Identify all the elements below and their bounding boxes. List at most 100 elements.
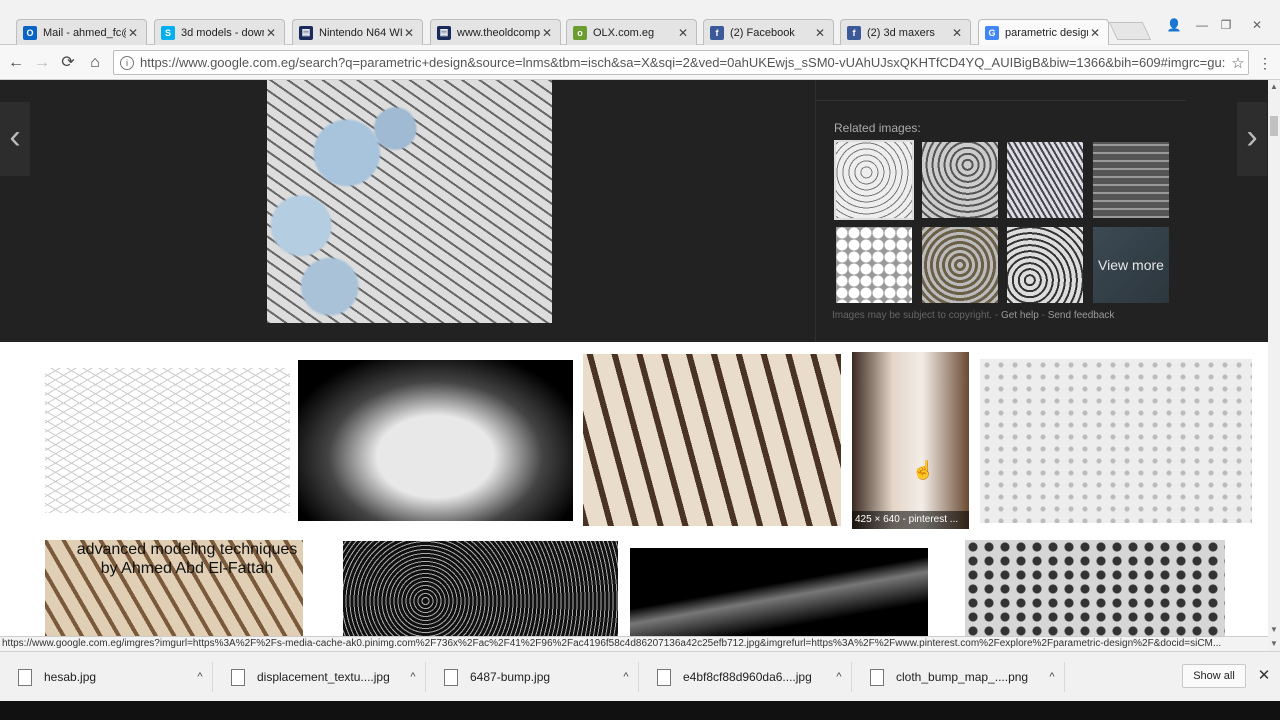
separator: -	[994, 310, 999, 321]
tab-3d-models[interactable]: S 3d models - downl ✕	[154, 19, 285, 45]
user-icon[interactable]: 👤	[1162, 17, 1186, 33]
facebook-icon: f	[847, 25, 861, 40]
tab-strip: O Mail - ahmed_fc@ ✕ S 3d models - downl…	[0, 0, 1280, 46]
overlay-line: by Ahmed Abd El-Fattah	[100, 560, 274, 577]
vertical-scrollbar[interactable]: ▲ ▼	[1268, 80, 1280, 636]
restore-button[interactable]: ❐	[1214, 17, 1238, 33]
tab-label: www.theoldcomp	[457, 26, 540, 39]
next-image-button[interactable]: ›	[1237, 102, 1267, 176]
scrollbar-thumb[interactable]	[1270, 116, 1278, 136]
related-image-thumb[interactable]	[1007, 227, 1083, 303]
skype-icon: S	[161, 25, 175, 40]
file-icon	[231, 668, 245, 686]
download-shelf: hesab.jpg ^ displacement_textu....jpg ^ …	[0, 651, 1280, 701]
page-viewport: ‹ Related images: View more Images may b…	[0, 80, 1268, 636]
close-icon[interactable]: ✕	[1088, 26, 1102, 40]
tab-label: 3d models - downl	[181, 26, 264, 39]
download-item[interactable]: e4bf8cf88d960da6....jpg ^	[639, 662, 852, 692]
close-icon[interactable]: ✕	[126, 26, 140, 40]
menu-icon[interactable]: ⋮	[1258, 53, 1272, 73]
chevron-up-icon[interactable]: ^	[1040, 671, 1064, 683]
show-all-button[interactable]: Show all	[1182, 664, 1246, 688]
related-image-thumb[interactable]	[922, 142, 998, 218]
chevron-up-icon[interactable]: ^	[188, 671, 212, 683]
result-image[interactable]: 425 × 640 - pinterest ...	[852, 352, 969, 529]
url-text[interactable]: https://www.google.com.eg/search?q=param…	[140, 55, 1228, 70]
tab-facebook[interactable]: f (2) Facebook ✕	[703, 19, 834, 45]
tab-label: parametric design	[1005, 27, 1088, 39]
related-image-thumb[interactable]	[1007, 142, 1083, 218]
preview-image[interactable]	[267, 80, 552, 323]
bookmark-star-icon[interactable]: ☆	[1228, 54, 1248, 72]
scroll-up-icon[interactable]: ▲	[1270, 82, 1278, 91]
download-item[interactable]: displacement_textu....jpg ^	[213, 662, 426, 692]
close-icon[interactable]: ✕	[540, 26, 554, 40]
send-feedback-link[interactable]: Send feedback	[1048, 310, 1115, 321]
taskbar-strip	[0, 701, 1280, 720]
download-filename: 6487-bump.jpg	[470, 670, 551, 684]
tab-label: Mail - ahmed_fc@	[43, 26, 126, 39]
page-info-icon[interactable]: i	[120, 55, 134, 70]
result-image[interactable]	[965, 540, 1225, 636]
reload-button[interactable]: ⟳	[58, 53, 78, 73]
outlook-icon: O	[23, 25, 37, 40]
chevron-up-icon[interactable]: ^	[401, 671, 425, 683]
result-image[interactable]	[980, 359, 1252, 523]
copyright-notice: Images may be subject to copyright. - Ge…	[832, 310, 1114, 321]
new-tab-button[interactable]	[1108, 22, 1152, 40]
tab-label: (2) Facebook	[730, 26, 795, 39]
previous-image-button[interactable]: ‹	[0, 102, 30, 176]
scroll-down-icon[interactable]: ▼	[1268, 636, 1280, 651]
related-images-label: Related images:	[834, 121, 921, 135]
related-image-thumb[interactable]	[1093, 142, 1169, 218]
result-image[interactable]	[343, 541, 618, 636]
hand-cursor-icon: ☝	[912, 460, 935, 480]
close-icon[interactable]: ✕	[813, 26, 827, 40]
view-more-button[interactable]: View more	[1093, 227, 1169, 303]
scroll-down-icon[interactable]: ▼	[1270, 625, 1278, 634]
tab-parametric-design[interactable]: G parametric design ✕	[978, 19, 1109, 46]
facebook-icon: f	[710, 25, 724, 40]
back-button[interactable]: ←	[6, 53, 26, 73]
tab-theoldcomp[interactable]: ▤ www.theoldcomp ✕	[430, 19, 561, 45]
minimize-button[interactable]: —	[1190, 17, 1214, 33]
tab-nintendo[interactable]: ▤ Nintendo N64 WII ✕	[292, 19, 423, 45]
chevron-up-icon[interactable]: ^	[827, 671, 851, 683]
close-icon[interactable]: ✕	[676, 26, 690, 40]
google-icon: G	[985, 26, 999, 40]
tab-label: (2) 3d maxers	[867, 26, 935, 39]
tab-mail[interactable]: O Mail - ahmed_fc@ ✕	[16, 19, 147, 45]
close-icon[interactable]: ✕	[1256, 666, 1272, 686]
chevron-up-icon[interactable]: ^	[614, 671, 638, 683]
result-image[interactable]	[630, 548, 928, 636]
download-item[interactable]: cloth_bump_map_....png ^	[852, 662, 1065, 692]
close-icon[interactable]: ✕	[950, 26, 964, 40]
file-icon	[657, 668, 671, 686]
download-item[interactable]: hesab.jpg ^	[0, 662, 213, 692]
related-image-thumb[interactable]	[834, 140, 914, 220]
download-item[interactable]: 6487-bump.jpg ^	[426, 662, 639, 692]
close-icon[interactable]: ✕	[402, 26, 416, 40]
result-image[interactable]	[583, 354, 841, 526]
result-image[interactable]	[298, 360, 573, 521]
file-icon	[18, 668, 32, 686]
tab-olx[interactable]: o OLX.com.eg ✕	[566, 19, 697, 45]
file-icon	[444, 668, 458, 686]
close-icon[interactable]: ✕	[264, 26, 278, 40]
window-close-button[interactable]: ✕	[1245, 17, 1269, 33]
related-image-thumb[interactable]	[836, 227, 912, 303]
image-overlay-text: advanced modeling techniques by Ahmed Ab…	[52, 540, 322, 578]
forward-button[interactable]: →	[32, 53, 52, 73]
tab-label: Nintendo N64 WII	[319, 26, 402, 39]
address-bar[interactable]: i https://www.google.com.eg/search?q=par…	[113, 50, 1249, 75]
result-image[interactable]	[45, 368, 290, 513]
image-caption: 425 × 640 - pinterest ...	[852, 511, 969, 529]
get-help-link[interactable]: Get help	[1001, 310, 1039, 321]
tab-3d-maxers[interactable]: f (2) 3d maxers ✕	[840, 19, 971, 45]
divider	[816, 100, 1186, 101]
home-button[interactable]: ⌂	[85, 53, 105, 73]
related-panel: Related images: View more Images may be …	[815, 80, 1186, 342]
tab-label: OLX.com.eg	[593, 26, 655, 39]
status-bar-url: https://www.google.com.eg/imgres?imgurl=…	[0, 636, 1268, 651]
related-image-thumb[interactable]	[922, 227, 998, 303]
